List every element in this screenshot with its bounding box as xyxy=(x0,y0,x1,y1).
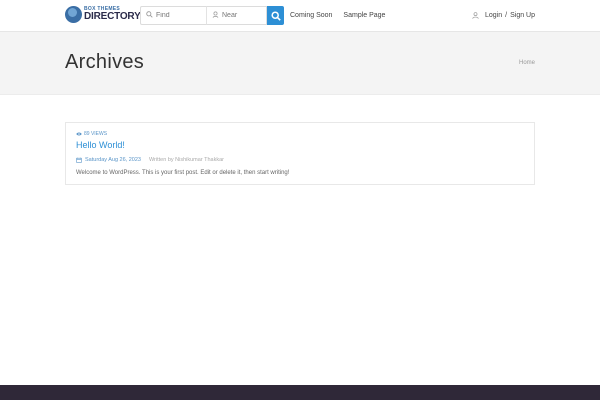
post-meta: Saturday Aug 26, 2023 Written by Nishiku… xyxy=(76,157,224,163)
page-title: Archives xyxy=(65,51,145,73)
breadcrumb-home[interactable]: Home xyxy=(519,60,535,66)
magnifier-icon xyxy=(270,10,281,21)
nav-sample-page[interactable]: Sample Page xyxy=(343,12,385,19)
near-field xyxy=(206,6,267,25)
post-author: Written by Nishikumar Thakkar xyxy=(148,157,224,163)
globe-icon xyxy=(65,6,82,23)
post-card: 89 VIEWS Hello World! Saturday Aug 26, 2… xyxy=(65,122,535,185)
find-input[interactable] xyxy=(156,12,201,19)
search-icon xyxy=(146,11,153,20)
site-header: BOX THEMES DIRECTORY Coming Soon Sample … xyxy=(0,0,600,32)
auth-separator: / xyxy=(505,12,508,19)
search-bar xyxy=(140,6,284,25)
post-excerpt: Welcome to WordPress. This is your first… xyxy=(76,170,290,176)
nav-coming-soon[interactable]: Coming Soon xyxy=(290,12,332,19)
user-icon xyxy=(472,12,479,19)
location-pin-icon xyxy=(212,11,219,20)
logo-text: DIRECTORY xyxy=(84,11,141,22)
login-link[interactable]: Login xyxy=(485,12,502,19)
post-title[interactable]: Hello World! xyxy=(76,140,125,150)
post-date: Saturday Aug 26, 2023 xyxy=(76,157,141,163)
eye-icon xyxy=(76,132,82,136)
main-nav: Coming Soon Sample Page xyxy=(290,12,385,19)
post-date-text[interactable]: Saturday Aug 26, 2023 xyxy=(85,157,141,163)
views-count: 89 VIEWS xyxy=(84,131,108,137)
signup-link[interactable]: Sign Up xyxy=(510,12,535,19)
near-input[interactable] xyxy=(222,12,267,19)
site-footer xyxy=(0,385,600,400)
auth-links: Login / Sign Up xyxy=(472,12,535,19)
calendar-icon xyxy=(76,157,82,163)
search-button[interactable] xyxy=(267,6,284,25)
post-views: 89 VIEWS xyxy=(76,131,107,137)
site-logo[interactable]: BOX THEMES DIRECTORY xyxy=(65,5,141,25)
title-band: Archives Home xyxy=(0,32,600,95)
find-field xyxy=(140,6,207,25)
